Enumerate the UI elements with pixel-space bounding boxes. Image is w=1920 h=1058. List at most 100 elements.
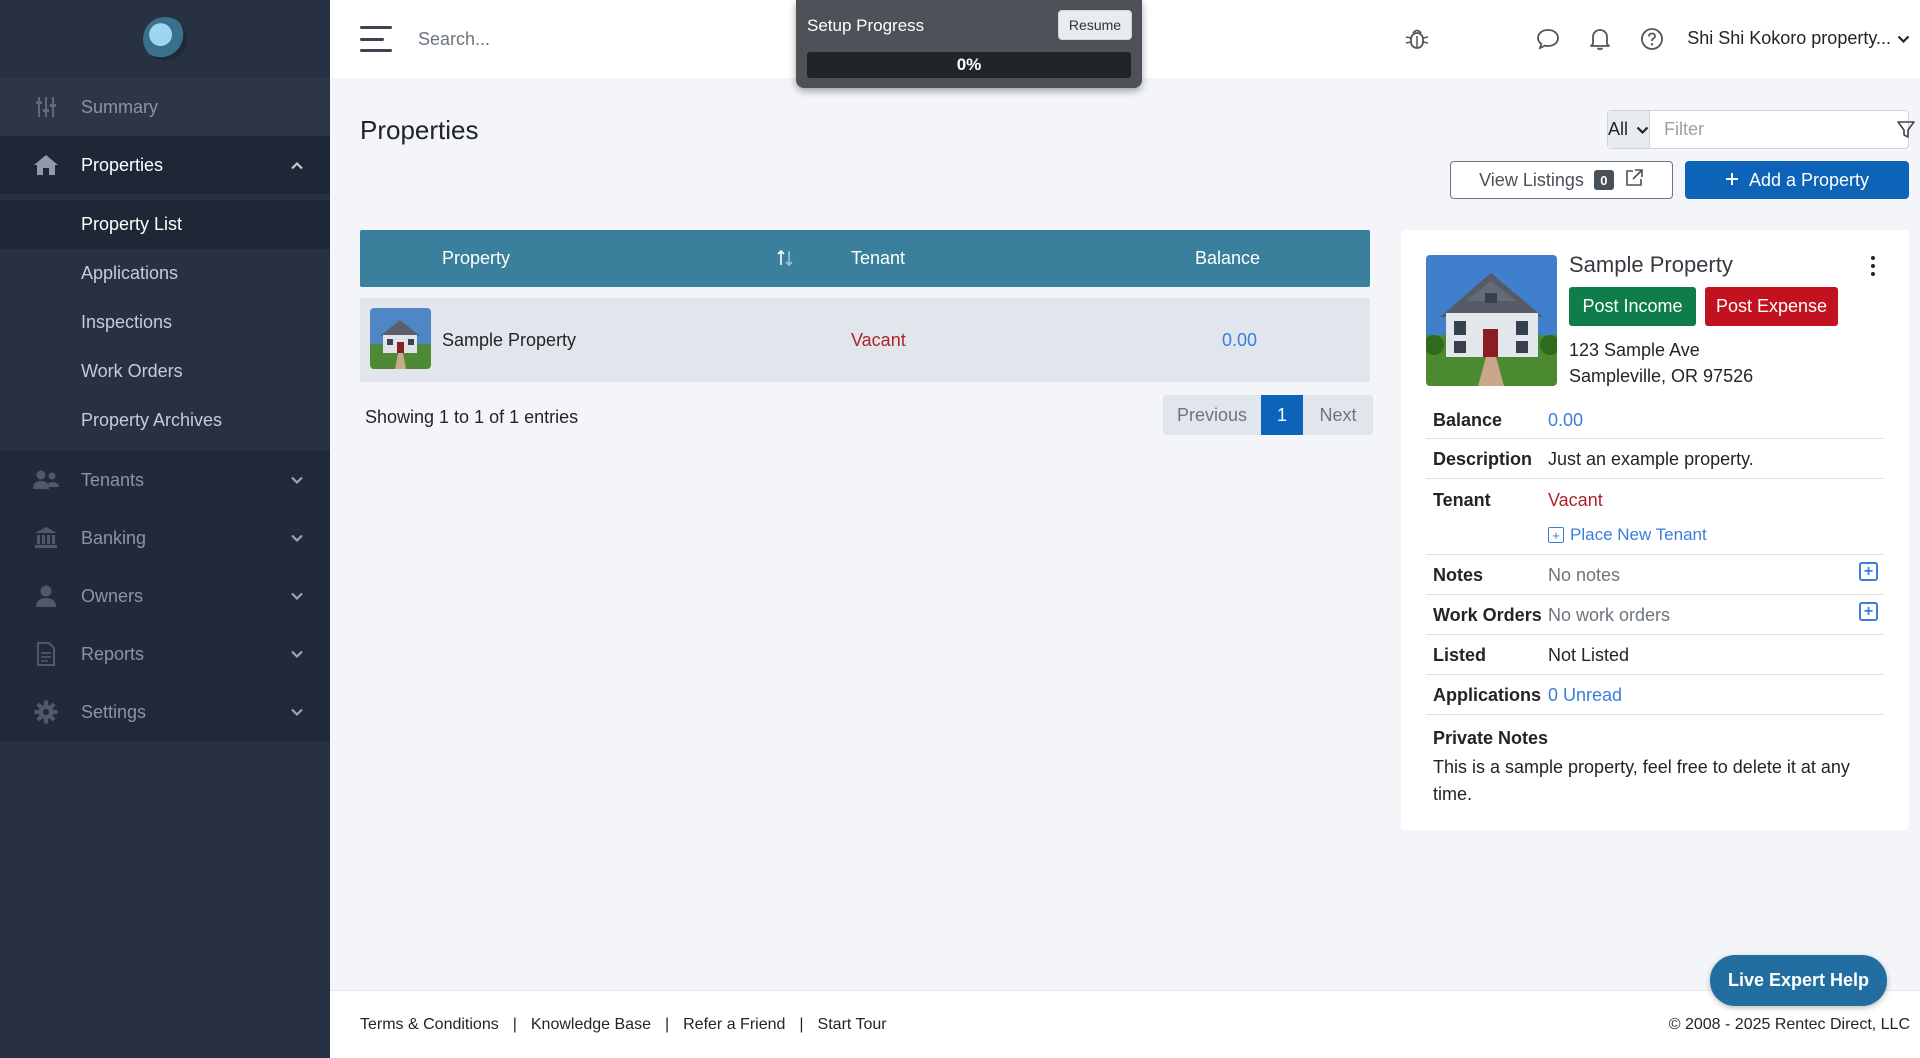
add-property-label: Add a Property xyxy=(1748,169,1870,190)
sidebar-subitem-property-archives[interactable]: Property Archives xyxy=(0,396,330,445)
help-icon[interactable] xyxy=(1639,26,1665,52)
add-note-icon[interactable]: + xyxy=(1859,562,1878,581)
account-menu[interactable]: Shi Shi Kokoro property... xyxy=(1687,28,1910,49)
logo-icon xyxy=(143,17,187,61)
user-icon xyxy=(30,582,62,610)
address-line-2: Sampleville, OR 97526 xyxy=(1569,366,1754,386)
footer-link-knowledge-base[interactable]: Knowledge Base xyxy=(531,1016,651,1034)
footer-link-terms[interactable]: Terms & Conditions xyxy=(360,1016,499,1034)
sidebar-item-label: Reports xyxy=(81,643,145,664)
sidebar-subitem-inspections[interactable]: Inspections xyxy=(0,298,330,347)
sort-icon[interactable] xyxy=(775,248,795,273)
entries-info: Showing 1 to 1 of 1 entries xyxy=(365,407,579,427)
sidebar: Summary Properties Property List Applica… xyxy=(0,0,330,1058)
bug-icon[interactable] xyxy=(1404,26,1430,52)
chevron-down-icon xyxy=(290,586,304,607)
bank-icon xyxy=(30,524,62,552)
external-link-icon xyxy=(1624,168,1644,193)
filter-select[interactable]: All xyxy=(1608,111,1651,148)
property-detail-card: Sample Property Post Income Post Expense… xyxy=(1401,230,1909,830)
next-page-button[interactable]: Next xyxy=(1303,395,1373,435)
post-income-button[interactable]: Post Income xyxy=(1569,287,1696,326)
view-listings-button[interactable]: View Listings 0 xyxy=(1450,161,1673,199)
private-notes-text: This is a sample property, feel free to … xyxy=(1433,757,1850,804)
menu-toggle-icon[interactable] xyxy=(360,26,392,52)
bell-icon[interactable] xyxy=(1587,26,1613,52)
setup-progress-bar: 0% xyxy=(807,52,1131,78)
footer-link-start-tour[interactable]: Start Tour xyxy=(818,1016,887,1034)
sidebar-item-summary[interactable]: Summary xyxy=(0,78,330,136)
balance-value[interactable]: 0.00 xyxy=(1548,410,1583,431)
add-property-button[interactable]: Add a Property xyxy=(1685,161,1909,199)
sliders-icon xyxy=(30,93,62,121)
private-notes-title: Private Notes xyxy=(1433,728,1549,748)
tenant-label: Tenant xyxy=(1433,490,1491,510)
users-icon xyxy=(30,466,62,494)
listed-value: Not Listed xyxy=(1548,645,1630,665)
sidebar-subitem-work-orders[interactable]: Work Orders xyxy=(0,347,330,396)
filter-input[interactable] xyxy=(1650,111,1897,148)
add-work-order-icon[interactable]: + xyxy=(1859,602,1878,621)
footer-separator: | xyxy=(664,1016,670,1033)
properties-submenu: Property List Applications Inspections W… xyxy=(0,194,330,451)
sidebar-item-banking[interactable]: Banking xyxy=(0,509,330,567)
row-balance[interactable]: 0.00 xyxy=(1222,298,1257,382)
sidebar-item-label: Owners xyxy=(81,585,144,606)
brand-logo[interactable] xyxy=(0,0,330,78)
notes-value: No notes xyxy=(1548,565,1621,585)
sidebar-subitem-applications[interactable]: Applications xyxy=(0,249,330,298)
sidebar-item-properties[interactable]: Properties xyxy=(0,136,330,194)
column-header-tenant[interactable]: Tenant xyxy=(851,230,905,287)
pagination: Previous 1 Next xyxy=(1163,395,1373,435)
page-title: Properties xyxy=(360,115,479,145)
chevron-down-icon xyxy=(290,470,304,491)
post-expense-button[interactable]: Post Expense xyxy=(1705,287,1838,326)
chevron-down-icon xyxy=(1636,119,1649,140)
sidebar-item-owners[interactable]: Owners xyxy=(0,567,330,625)
table-row[interactable]: Sample Property Vacant 0.00 xyxy=(360,298,1370,382)
copyright: © 2008 - 2025 Rentec Direct, LLC xyxy=(1668,1016,1910,1033)
chat-icon[interactable] xyxy=(1535,26,1561,52)
property-title: Sample Property xyxy=(1569,252,1733,277)
footer-separator: | xyxy=(799,1016,804,1033)
detail-row-notes: Notes No notes + xyxy=(1426,555,1884,595)
sidebar-item-settings[interactable]: Settings xyxy=(0,683,330,741)
sidebar-item-reports[interactable]: Reports xyxy=(0,625,330,683)
sidebar-item-label: Summary xyxy=(81,96,159,117)
place-new-tenant-label: Place New Tenant xyxy=(1570,525,1707,544)
live-expert-help-button[interactable]: Live Expert Help xyxy=(1710,955,1887,1006)
column-header-balance[interactable]: Balance xyxy=(1195,230,1260,287)
detail-row-listed: Listed Not Listed xyxy=(1426,635,1884,675)
sidebar-item-label: Properties xyxy=(81,154,164,175)
resume-button[interactable]: Resume xyxy=(1058,10,1132,40)
description-label: Description xyxy=(1433,449,1533,469)
page-1-button[interactable]: 1 xyxy=(1261,395,1303,435)
more-options-icon[interactable] xyxy=(1867,256,1879,276)
balance-label: Balance xyxy=(1433,410,1503,430)
setup-progress-title: Setup Progress xyxy=(807,16,925,35)
setup-progress-panel: Setup Progress Resume 0% xyxy=(796,0,1142,88)
row-property-name[interactable]: Sample Property xyxy=(442,298,576,382)
sidebar-subitem-property-list[interactable]: Property List xyxy=(0,200,330,249)
search-input[interactable] xyxy=(418,24,778,54)
view-listings-label: View Listings xyxy=(1479,169,1584,190)
chevron-down-icon xyxy=(1897,28,1910,49)
previous-page-button[interactable]: Previous xyxy=(1163,395,1261,435)
funnel-icon[interactable] xyxy=(1896,111,1916,148)
description-value: Just an example property. xyxy=(1548,449,1754,469)
address-line-1: 123 Sample Ave xyxy=(1569,340,1700,360)
work-orders-value: No work orders xyxy=(1548,605,1671,625)
property-photo xyxy=(1426,255,1557,386)
tenant-value: Vacant xyxy=(1548,490,1603,510)
place-new-tenant-link[interactable]: + Place New Tenant xyxy=(1548,525,1707,545)
footer-link-refer-a-friend[interactable]: Refer a Friend xyxy=(683,1016,785,1034)
applications-value[interactable]: 0 Unread xyxy=(1548,685,1622,706)
column-header-property[interactable]: Property xyxy=(442,230,510,287)
property-thumbnail xyxy=(370,308,431,369)
chevron-down-icon xyxy=(290,644,304,665)
sidebar-item-tenants[interactable]: Tenants xyxy=(0,451,330,509)
footer-links: Terms & Conditions | Knowledge Base | Re… xyxy=(360,1016,887,1034)
home-icon xyxy=(30,151,62,179)
row-tenant: Vacant xyxy=(851,329,906,350)
notes-label: Notes xyxy=(1433,565,1484,585)
